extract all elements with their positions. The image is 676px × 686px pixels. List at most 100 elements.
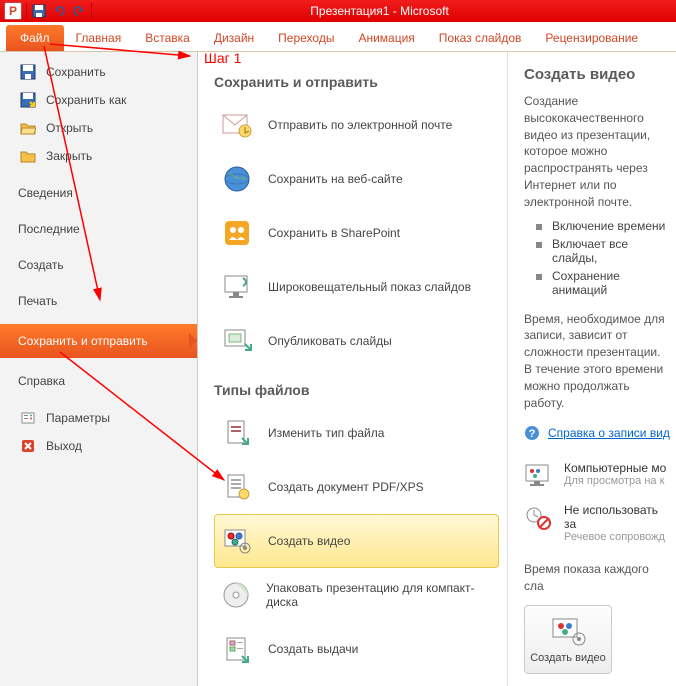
- item-change-file-type[interactable]: Изменить тип файла: [214, 406, 499, 460]
- item-label: Создать выдачи: [268, 642, 358, 656]
- exit-icon: [20, 438, 36, 454]
- nav-label: Последние: [18, 222, 80, 236]
- option-title: Компьютерные мо: [564, 461, 666, 475]
- help-row: ? Справка о записи вид: [524, 425, 670, 441]
- nav-label: Сохранить как: [46, 93, 126, 107]
- section-heading: Типы файлов: [214, 382, 499, 398]
- item-label: Изменить тип файла: [268, 426, 384, 440]
- pdf-xps-icon: [220, 470, 254, 504]
- tab-animations[interactable]: Анимация: [346, 25, 426, 51]
- redo-icon[interactable]: [71, 3, 87, 19]
- undo-icon[interactable]: [51, 3, 67, 19]
- options-icon: [20, 410, 36, 426]
- title-bar: P Презентация1 - Microsoft: [0, 0, 676, 22]
- item-save-web[interactable]: Сохранить на веб-сайте: [214, 152, 499, 206]
- handouts-icon: [220, 632, 254, 666]
- tab-slideshow[interactable]: Показ слайдов: [427, 25, 534, 51]
- saveas-icon: [20, 92, 36, 108]
- item-publish-slides[interactable]: Опубликовать слайды: [214, 314, 499, 368]
- email-icon: [220, 108, 254, 142]
- button-label: Создать видео: [529, 652, 607, 665]
- item-label: Опубликовать слайды: [268, 334, 392, 348]
- nav-label: Сведения: [18, 186, 73, 200]
- open-folder-icon: [20, 120, 36, 136]
- globe-icon: [220, 162, 254, 196]
- item-label: Сохранить в SharePoint: [268, 226, 400, 240]
- item-label: Отправить по электронной почте: [268, 118, 452, 132]
- create-video-button[interactable]: Создать видео: [524, 605, 612, 674]
- nav-label: Параметры: [46, 411, 110, 425]
- broadcast-icon: [220, 270, 254, 304]
- nav-close[interactable]: Закрыть: [0, 142, 197, 170]
- quick-access-toolbar: P: [0, 2, 92, 20]
- nav-saveas[interactable]: Сохранить как: [0, 86, 197, 114]
- nav-label: Создать: [18, 258, 64, 272]
- nav-new[interactable]: Создать: [0, 252, 197, 278]
- nav-print[interactable]: Печать: [0, 288, 197, 314]
- item-label: Упаковать презентацию для компакт-диска: [266, 581, 493, 609]
- item-label: Сохранить на веб-сайте: [268, 172, 403, 186]
- option-display-quality[interactable]: Компьютерные мо Для просмотра на к: [524, 455, 670, 497]
- section-heading: Сохранить и отправить: [214, 74, 499, 90]
- item-label: Создать документ PDF/XPS: [268, 480, 424, 494]
- tab-insert[interactable]: Вставка: [133, 25, 202, 51]
- nav-open[interactable]: Открыть: [0, 114, 197, 142]
- item-create-handouts[interactable]: Создать выдачи: [214, 622, 499, 676]
- nav-save[interactable]: Сохранить: [0, 58, 197, 86]
- window-title: Презентация1 - Microsoft: [310, 4, 449, 18]
- ribbon-tabs: Файл Главная Вставка Дизайн Переходы Ани…: [0, 22, 676, 52]
- nav-help[interactable]: Справка: [0, 368, 197, 394]
- item-label: Широковещательный показ слайдов: [268, 280, 471, 294]
- nav-label: Открыть: [46, 121, 93, 135]
- bullet-icon: [536, 274, 542, 280]
- nav-options[interactable]: Параметры: [0, 404, 197, 432]
- nav-exit[interactable]: Выход: [0, 432, 197, 460]
- save-and-send-panel: Сохранить и отправить Отправить по элект…: [198, 52, 508, 686]
- nav-label: Справка: [18, 374, 65, 388]
- no-narration-icon: [524, 503, 554, 533]
- tab-design[interactable]: Дизайн: [202, 25, 266, 51]
- nav-label: Печать: [18, 294, 57, 308]
- nav-recent[interactable]: Последние: [0, 216, 197, 242]
- backstage-left-nav: Сохранить Сохранить как Открыть Закрыть …: [0, 52, 198, 686]
- publish-slides-icon: [220, 324, 254, 358]
- item-broadcast[interactable]: Широковещательный показ слайдов: [214, 260, 499, 314]
- option-subtitle: Для просмотра на к: [564, 475, 666, 487]
- create-video-icon: [220, 524, 254, 558]
- nav-save-and-send[interactable]: Сохранить и отправить: [0, 324, 197, 358]
- bullet-item: Включает все слайды,: [524, 235, 670, 267]
- tab-transitions[interactable]: Переходы: [266, 25, 346, 51]
- svg-text:?: ?: [529, 428, 536, 440]
- item-save-sharepoint[interactable]: Сохранить в SharePoint: [214, 206, 499, 260]
- help-link[interactable]: Справка о записи вид: [548, 426, 670, 440]
- nav-label: Сохранить: [46, 65, 106, 79]
- change-type-icon: [220, 416, 254, 450]
- bullet-icon: [536, 224, 542, 230]
- tab-review[interactable]: Рецензирование: [533, 25, 650, 51]
- tab-home[interactable]: Главная: [64, 25, 134, 51]
- option-subtitle: Речевое сопровожд: [564, 531, 670, 543]
- close-folder-icon: [20, 148, 36, 164]
- create-video-panel: Создать видео Создание высококачественно…: [508, 52, 676, 686]
- tab-file[interactable]: Файл: [6, 25, 64, 51]
- save-icon[interactable]: [31, 3, 47, 19]
- create-video-icon: [548, 614, 588, 648]
- duration-label: Время показа каждого сла: [524, 561, 670, 595]
- option-timings-narration[interactable]: Не использовать за Речевое сопровожд: [524, 497, 670, 549]
- item-label: Создать видео: [268, 534, 350, 548]
- sharepoint-icon: [220, 216, 254, 250]
- item-send-email[interactable]: Отправить по электронной почте: [214, 98, 499, 152]
- item-package-cd[interactable]: Упаковать презентацию для компакт-диска: [214, 568, 499, 622]
- monitor-icon: [524, 461, 554, 491]
- bullet-item: Сохранение анимаций: [524, 267, 670, 299]
- help-icon: ?: [524, 425, 540, 441]
- backstage: Сохранить Сохранить как Открыть Закрыть …: [0, 52, 676, 686]
- timing-note: Время, необходимое для записи, зависит о…: [524, 311, 670, 412]
- cd-icon: [220, 578, 252, 612]
- bullet-icon: [536, 242, 542, 248]
- item-create-video[interactable]: Создать видео: [214, 514, 499, 568]
- panel-heading: Создать видео: [524, 66, 670, 83]
- nav-info[interactable]: Сведения: [0, 180, 197, 206]
- nav-label: Закрыть: [46, 149, 92, 163]
- item-create-pdf-xps[interactable]: Создать документ PDF/XPS: [214, 460, 499, 514]
